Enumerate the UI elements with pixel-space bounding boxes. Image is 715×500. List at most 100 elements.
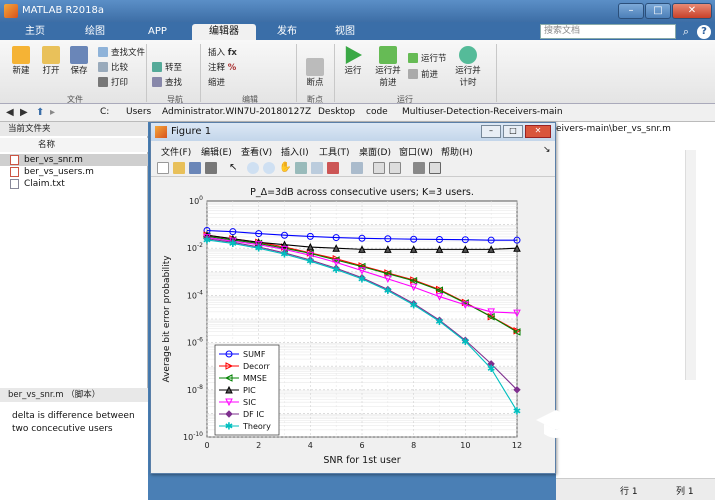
comment-button[interactable]: 注释 % bbox=[208, 61, 236, 73]
menu-view[interactable]: 查看(V) bbox=[241, 145, 272, 158]
y-tick-label: 10-8 bbox=[187, 384, 203, 395]
menu-desktop[interactable]: 桌面(D) bbox=[359, 145, 391, 158]
up-folder-icon[interactable]: ⬆ bbox=[36, 107, 44, 118]
point-theory: ✱ bbox=[306, 257, 314, 268]
menu-help[interactable]: 帮助(H) bbox=[441, 145, 473, 158]
breadcrumb-desktop[interactable]: Desktop bbox=[318, 107, 355, 117]
editor-tab[interactable]: eivers-main\ber_vs_snr.m bbox=[556, 124, 686, 134]
new-button[interactable]: 新建 bbox=[6, 46, 36, 76]
run-time-button[interactable]: 运行并 计时 bbox=[450, 46, 486, 88]
pan-icon[interactable]: ✋ bbox=[279, 162, 291, 174]
zoom-in-icon[interactable] bbox=[247, 162, 259, 174]
figure-close-button[interactable]: ✕ bbox=[525, 125, 551, 138]
tab-publish[interactable]: 发布 bbox=[262, 24, 312, 40]
menu-edit[interactable]: 编辑(E) bbox=[201, 145, 232, 158]
goto-button[interactable]: 转至 bbox=[152, 61, 182, 73]
point-theory: ✱ bbox=[358, 274, 366, 285]
address-bar: ◀ ▶ ⬆ ▸ C: Users Administrator.WIN7U-201… bbox=[0, 104, 715, 122]
insert-legend-icon[interactable] bbox=[389, 162, 401, 174]
brush-icon[interactable] bbox=[327, 162, 339, 174]
maximize-button[interactable]: □ bbox=[645, 3, 671, 19]
tab-apps[interactable]: APP bbox=[130, 24, 185, 40]
point-theory: ✱ bbox=[513, 407, 521, 418]
x-tick-label: 4 bbox=[308, 441, 313, 450]
breadcrumb-user[interactable]: Administrator.WIN7U-20180127Z bbox=[162, 107, 311, 117]
breadcrumb-users[interactable]: Users bbox=[126, 107, 151, 117]
y-axis-label: Average bit error probability bbox=[162, 255, 172, 383]
compare-button[interactable]: 比较 bbox=[98, 61, 128, 73]
tab-view[interactable]: 视图 bbox=[320, 24, 370, 40]
find-button[interactable]: 查找 bbox=[152, 76, 182, 88]
back-icon[interactable]: ◀ bbox=[6, 107, 14, 118]
forward-icon[interactable]: ▶ bbox=[20, 107, 28, 118]
file-item[interactable]: ber_vs_snr.m bbox=[0, 154, 148, 166]
breadcrumb-project[interactable]: Multiuser-Detection-Receivers-main bbox=[402, 107, 563, 117]
y-tick-label: 100 bbox=[189, 195, 203, 206]
file-item[interactable]: Claim.txt bbox=[0, 178, 148, 190]
menu-window[interactable]: 窗口(W) bbox=[399, 145, 433, 158]
find-icon bbox=[152, 77, 162, 87]
run-section-icon bbox=[408, 53, 418, 63]
point-theory: ✱ bbox=[332, 265, 340, 276]
point-theory: ✱ bbox=[254, 244, 262, 255]
menu-dock-icon[interactable]: ↘ bbox=[543, 145, 551, 155]
link-plot-icon[interactable] bbox=[351, 162, 363, 174]
minimize-button[interactable]: – bbox=[618, 3, 644, 19]
save-button[interactable]: 保存 bbox=[64, 46, 94, 76]
watermark-main: 必过源码 bbox=[576, 414, 676, 442]
open-button[interactable]: 打开 bbox=[36, 46, 66, 76]
editor-scrollbar[interactable] bbox=[685, 150, 696, 380]
advance-button[interactable]: 前进 bbox=[408, 68, 438, 80]
matlab-logo-icon bbox=[4, 4, 18, 18]
y-tick-label: 10-4 bbox=[187, 289, 203, 300]
zoom-out-icon[interactable] bbox=[263, 162, 275, 174]
hide-plot-tools-icon[interactable] bbox=[413, 162, 425, 174]
indent-button[interactable]: 缩进 bbox=[208, 76, 225, 88]
search-input[interactable]: 搜索文档 bbox=[540, 24, 676, 39]
insert-button[interactable]: 插入 fx bbox=[208, 46, 237, 58]
menu-tools[interactable]: 工具(T) bbox=[319, 145, 350, 158]
open-file-icon[interactable] bbox=[173, 162, 185, 174]
show-plot-tools-icon[interactable] bbox=[429, 162, 441, 174]
details-text: delta is difference between two concecut… bbox=[12, 411, 135, 434]
data-cursor-icon[interactable] bbox=[311, 162, 323, 174]
open-folder-icon bbox=[42, 46, 60, 64]
rotate-icon[interactable] bbox=[295, 162, 307, 174]
legend-label-df-ic: DF IC bbox=[243, 410, 265, 419]
search-icon[interactable]: ⌕ bbox=[679, 25, 693, 39]
run-button[interactable]: 运行 bbox=[338, 46, 368, 76]
figure-logo-icon bbox=[155, 126, 167, 138]
point-theory: ✱ bbox=[409, 300, 417, 311]
run-advance-button[interactable]: 运行并 前进 bbox=[370, 46, 406, 88]
file-item[interactable]: ber_vs_users.m bbox=[0, 166, 148, 178]
figure-window: Figure 1 – □ ✕ 文件(F) 编辑(E) 查看(V) 插入(I) 工… bbox=[150, 122, 556, 474]
browse-icon[interactable]: ▸ bbox=[50, 107, 55, 118]
plot-area: 0 2 4 6 8 10 12 100 10-2 10-4 10-6 10-8 10-10 P_Δ=3dB… bbox=[151, 179, 555, 473]
tab-home[interactable]: 主页 bbox=[10, 24, 60, 40]
insert-colorbar-icon[interactable] bbox=[373, 162, 385, 174]
breakpoints-button[interactable]: 断点 bbox=[300, 58, 330, 88]
tab-editor[interactable]: 编辑器 bbox=[192, 24, 256, 40]
pointer-icon[interactable]: ↖ bbox=[229, 162, 241, 174]
menu-file[interactable]: 文件(F) bbox=[161, 145, 191, 158]
find-files-button[interactable]: 查找文件 bbox=[98, 46, 145, 58]
print-figure-icon[interactable] bbox=[205, 162, 217, 174]
menu-insert[interactable]: 插入(I) bbox=[281, 145, 309, 158]
run-icon bbox=[345, 46, 362, 64]
tab-plots[interactable]: 绘图 bbox=[70, 24, 120, 40]
y-tick-label: 10-2 bbox=[187, 242, 203, 253]
close-button[interactable]: ✕ bbox=[672, 3, 712, 19]
save-figure-icon[interactable] bbox=[189, 162, 201, 174]
figure-menu-bar: 文件(F) 编辑(E) 查看(V) 插入(I) 工具(T) 桌面(D) 窗口(W… bbox=[151, 143, 555, 158]
breadcrumb-code[interactable]: code bbox=[366, 107, 388, 117]
breadcrumb-drive[interactable]: C: bbox=[100, 107, 109, 117]
group-separator bbox=[334, 44, 335, 102]
run-section-button[interactable]: 运行节 bbox=[408, 52, 447, 64]
help-icon[interactable]: ? bbox=[697, 25, 711, 39]
figure-maximize-button[interactable]: □ bbox=[503, 125, 523, 138]
new-figure-icon[interactable] bbox=[157, 162, 169, 174]
print-button[interactable]: 打印 bbox=[98, 76, 128, 88]
legend-label-decorr: Decorr bbox=[243, 362, 271, 371]
name-column-header[interactable]: 名称 bbox=[0, 138, 148, 152]
figure-minimize-button[interactable]: – bbox=[481, 125, 501, 138]
